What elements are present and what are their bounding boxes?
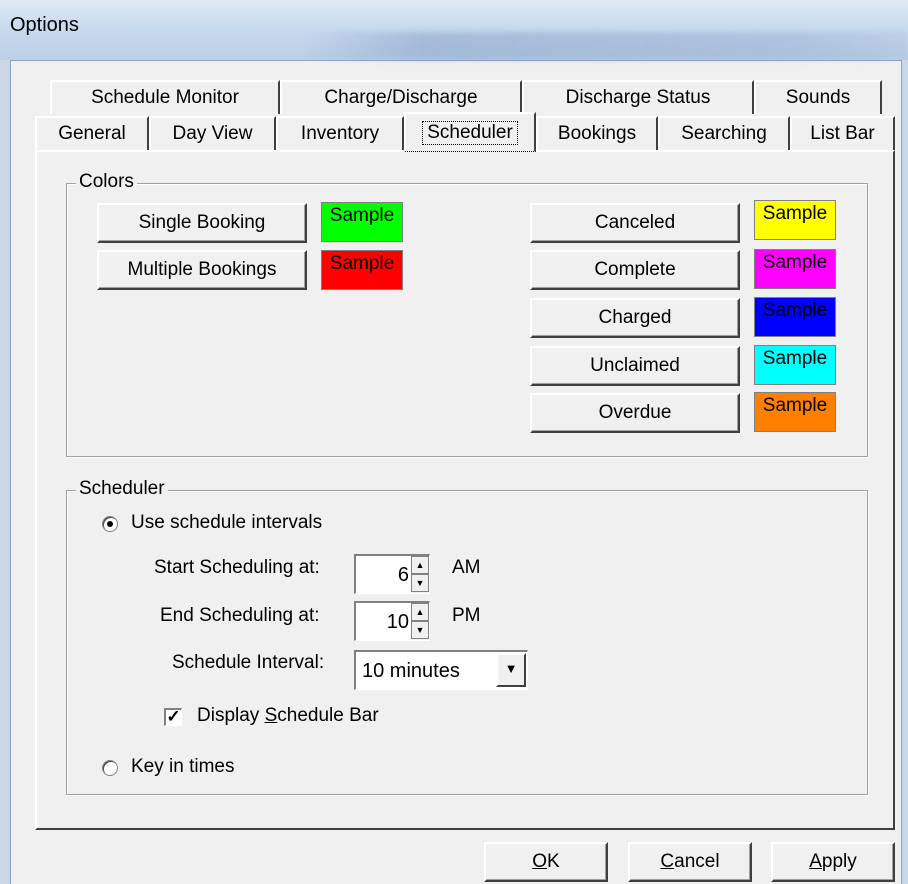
spinner-arrows: ▲ ▼ xyxy=(411,556,429,593)
button-label: Complete xyxy=(594,259,676,280)
tab-label: Day View xyxy=(172,123,253,144)
overdue-button[interactable]: Overdue xyxy=(530,393,740,433)
tab-general[interactable]: General xyxy=(35,116,149,150)
button-mnemonic: O xyxy=(532,851,548,872)
button-label: ancel xyxy=(674,851,720,872)
complete-sample: Sample xyxy=(754,249,836,289)
scheduler-group-label: Scheduler xyxy=(76,478,168,500)
charged-button[interactable]: Charged xyxy=(530,298,740,338)
button-label: pply xyxy=(821,851,857,872)
button-label: Charged xyxy=(598,307,672,328)
background-blur xyxy=(300,32,908,60)
button-label: Overdue xyxy=(598,402,672,423)
tab-label: Schedule Monitor xyxy=(91,87,239,108)
label-mnemonic: S xyxy=(264,705,278,726)
title-bar: Options xyxy=(0,0,908,61)
window-title: Options xyxy=(10,14,79,36)
canceled-button[interactable]: Canceled xyxy=(530,203,740,243)
end-scheduling-spinner[interactable]: 10 ▲ ▼ xyxy=(354,601,430,641)
unclaimed-sample: Sample xyxy=(754,345,836,385)
ok-button[interactable]: OK xyxy=(484,842,608,882)
complete-button[interactable]: Complete xyxy=(530,250,740,290)
button-label: Unclaimed xyxy=(590,355,680,376)
display-schedule-bar-checkbox[interactable]: ✓ xyxy=(164,708,182,726)
tab-day-view[interactable]: Day View xyxy=(149,116,276,150)
button-mnemonic: A xyxy=(809,851,822,872)
start-ampm-label: AM xyxy=(452,557,481,578)
chevron-down-icon[interactable]: ▼ xyxy=(496,653,526,687)
key-in-times-radio[interactable] xyxy=(102,760,118,776)
button-label: Multiple Bookings xyxy=(127,259,277,280)
key-in-times-label: Key in times xyxy=(131,756,235,777)
charged-sample: Sample xyxy=(754,297,836,337)
tab-label: Sounds xyxy=(785,87,851,108)
schedule-interval-label: Schedule Interval: xyxy=(172,652,325,673)
button-label: K xyxy=(547,851,560,872)
tab-discharge-status[interactable]: Discharge Status xyxy=(522,80,754,114)
start-scheduling-label: Start Scheduling at: xyxy=(154,557,320,578)
label-part: chedule Bar xyxy=(277,705,379,726)
start-scheduling-value: 6 xyxy=(397,564,409,586)
window-frame-left xyxy=(0,60,11,884)
tab-label: Searching xyxy=(681,123,767,144)
button-label: Canceled xyxy=(594,212,676,233)
tab-label: Inventory xyxy=(300,123,380,144)
spin-up-icon[interactable]: ▲ xyxy=(411,603,429,621)
tab-list-bar[interactable]: List Bar xyxy=(790,116,895,150)
use-intervals-label: Use schedule intervals xyxy=(131,512,323,533)
single-booking-button[interactable]: Single Booking xyxy=(97,203,307,243)
tab-label: General xyxy=(58,123,126,144)
tab-bookings[interactable]: Bookings xyxy=(536,116,658,150)
end-scheduling-label: End Scheduling at: xyxy=(160,605,320,626)
scheduler-group xyxy=(66,490,868,795)
cancel-button[interactable]: Cancel xyxy=(628,842,752,882)
tab-inventory[interactable]: Inventory xyxy=(276,116,404,150)
multiple-bookings-button[interactable]: Multiple Bookings xyxy=(97,250,307,290)
end-ampm-label: PM xyxy=(452,605,481,626)
tab-label: Discharge Status xyxy=(565,87,711,108)
spin-down-icon[interactable]: ▼ xyxy=(411,574,429,592)
tab-sounds[interactable]: Sounds xyxy=(754,80,882,114)
tab-label: Bookings xyxy=(557,123,637,144)
overdue-sample: Sample xyxy=(754,392,836,432)
tab-searching[interactable]: Searching xyxy=(658,116,790,150)
spin-up-icon[interactable]: ▲ xyxy=(411,556,429,574)
single-booking-sample: Sample xyxy=(321,202,403,242)
tab-label: Charge/Discharge xyxy=(324,87,478,108)
start-scheduling-spinner[interactable]: 6 ▲ ▼ xyxy=(354,554,430,594)
schedule-interval-value: 10 minutes xyxy=(362,660,460,682)
label-part: Display xyxy=(197,705,265,726)
tab-label: Scheduler xyxy=(422,120,518,145)
apply-button[interactable]: Apply xyxy=(771,842,895,882)
end-scheduling-value: 10 xyxy=(386,611,409,633)
button-label: Single Booking xyxy=(138,212,266,233)
use-intervals-radio[interactable] xyxy=(102,516,118,532)
button-mnemonic: C xyxy=(660,851,675,872)
display-schedule-bar-label: Display Schedule Bar xyxy=(197,705,379,727)
canceled-sample: Sample xyxy=(754,200,836,240)
spinner-arrows: ▲ ▼ xyxy=(411,603,429,640)
tab-label: List Bar xyxy=(810,123,875,144)
colors-group-label: Colors xyxy=(76,171,137,193)
multiple-bookings-sample: Sample xyxy=(321,250,403,290)
tab-scheduler[interactable]: Scheduler xyxy=(404,112,536,152)
window-frame-right xyxy=(901,60,908,884)
unclaimed-button[interactable]: Unclaimed xyxy=(530,346,740,386)
tab-schedule-monitor[interactable]: Schedule Monitor xyxy=(50,80,280,114)
tab-charge-discharge[interactable]: Charge/Discharge xyxy=(280,80,522,114)
spin-down-icon[interactable]: ▼ xyxy=(411,621,429,639)
schedule-interval-dropdown[interactable]: 10 minutes ▼ xyxy=(354,650,528,690)
